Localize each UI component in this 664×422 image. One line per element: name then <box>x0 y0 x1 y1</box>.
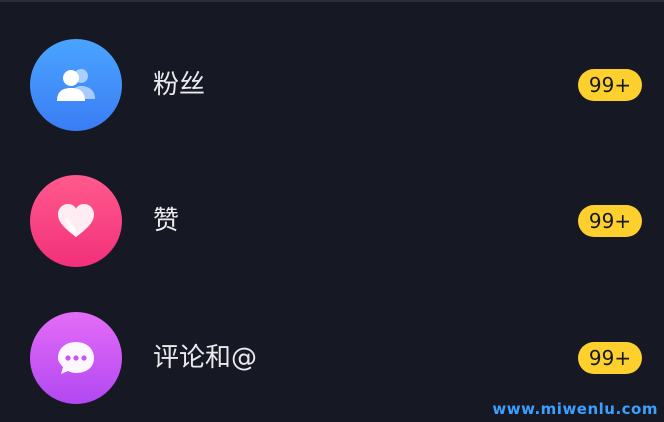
notification-badge-likes: 99+ <box>578 205 642 237</box>
chat-bubble-icon <box>54 338 98 378</box>
notification-badge-comments: 99+ <box>578 342 642 374</box>
likes-avatar <box>30 175 122 267</box>
notification-label-fans: 粉丝 <box>153 70 206 100</box>
comments-avatar <box>30 312 122 404</box>
notification-label-likes: 赞 <box>153 206 180 236</box>
notification-item-fans[interactable]: 粉丝 99+ <box>0 35 664 135</box>
notifications-page: 粉丝 99+ 赞 99+ 评论和@ 99+ www.miwenlu.com <box>0 0 664 422</box>
watermark: www.miwenlu.com <box>492 400 658 418</box>
notification-item-likes[interactable]: 赞 99+ <box>0 171 664 271</box>
users-icon <box>54 65 98 105</box>
notification-badge-fans: 99+ <box>578 69 642 101</box>
notification-label-comments: 评论和@ <box>153 343 258 373</box>
notification-list: 粉丝 99+ 赞 99+ 评论和@ 99+ <box>0 0 664 422</box>
fans-avatar <box>30 39 122 131</box>
heart-icon <box>54 201 98 241</box>
notification-item-comments[interactable]: 评论和@ 99+ <box>0 308 664 408</box>
